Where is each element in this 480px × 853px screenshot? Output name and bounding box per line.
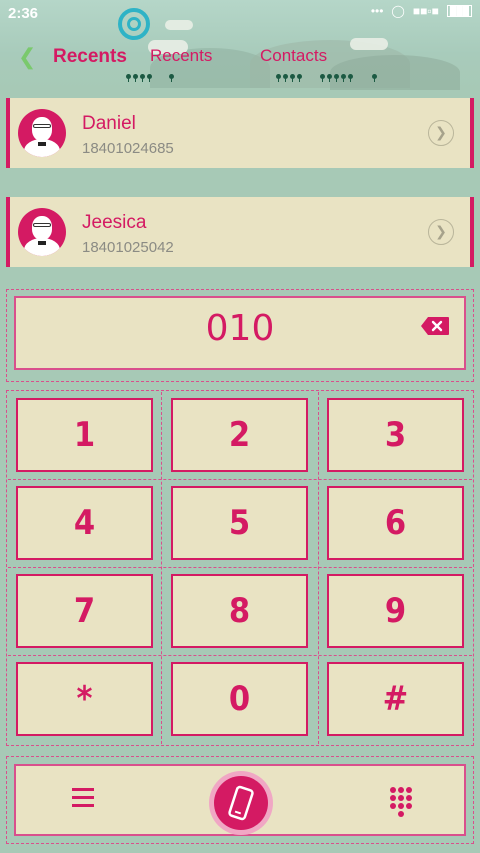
alarm-icon: ◯ [391, 4, 405, 18]
tab-contacts[interactable]: Contacts [260, 46, 327, 66]
contact-name: Jeesica [82, 212, 147, 233]
bowtie-icon [38, 142, 46, 146]
glasses-icon [33, 124, 51, 128]
tree-shape [341, 74, 346, 82]
contact-number: 18401024685 [82, 140, 174, 157]
tab-recents-title[interactable]: Recents [53, 46, 127, 68]
tree-shape [147, 74, 152, 82]
bottom-bar [14, 764, 466, 836]
tree-shape [169, 74, 174, 82]
keypad-divider [8, 479, 472, 480]
contact-name: Daniel [82, 113, 136, 134]
key-0[interactable]: 0 [171, 662, 308, 736]
keypad-divider [8, 655, 472, 656]
contact-number: 18401025042 [82, 239, 174, 256]
dialer-display[interactable]: 010 [14, 296, 466, 370]
tree-shape [126, 74, 131, 82]
menu-icon[interactable] [72, 788, 94, 812]
chevron-right-icon[interactable]: ❯ [428, 120, 454, 146]
avatar-face [32, 117, 52, 141]
glasses-icon [33, 223, 51, 227]
status-icons: ••• ◯ ■■▫■ ███ [371, 4, 472, 18]
cloud-shape [350, 38, 388, 50]
notification-dots-icon: ••• [370, 4, 384, 18]
key-3[interactable]: 3 [327, 398, 464, 472]
key-1[interactable]: 1 [16, 398, 153, 472]
tree-shape [297, 74, 302, 82]
key-7[interactable]: 7 [16, 574, 153, 648]
avatar [18, 208, 66, 256]
call-button-inner [214, 776, 268, 830]
key-6[interactable]: 6 [327, 486, 464, 560]
backspace-icon[interactable] [420, 316, 450, 336]
tab-recents[interactable]: Recents [150, 46, 212, 66]
tree-shape [327, 74, 332, 82]
dialed-number: 010 [205, 308, 275, 349]
contact-card-jeesica[interactable]: Jeesica 18401025042 ❯ [6, 197, 474, 267]
status-time: 2:36 [8, 5, 39, 22]
keypad-divider [8, 567, 472, 568]
key-star[interactable]: * [16, 662, 153, 736]
dialpad-icon[interactable] [389, 786, 413, 820]
key-2[interactable]: 2 [171, 398, 308, 472]
tree-shape [283, 74, 288, 82]
tree-shape [290, 74, 295, 82]
key-5[interactable]: 5 [171, 486, 308, 560]
tree-shape [320, 74, 325, 82]
key-9[interactable]: 9 [327, 574, 464, 648]
call-button[interactable] [209, 771, 273, 835]
app-logo-icon [118, 8, 150, 40]
key-hash[interactable]: # [327, 662, 464, 736]
chevron-right-icon[interactable]: ❯ [428, 219, 454, 245]
contact-card-daniel[interactable]: Daniel 18401024685 ❯ [6, 98, 474, 168]
tree-shape [140, 74, 145, 82]
tree-shape [133, 74, 138, 82]
avatar [18, 109, 66, 157]
avatar-face [32, 216, 52, 240]
key-8[interactable]: 8 [171, 574, 308, 648]
key-4[interactable]: 4 [16, 486, 153, 560]
battery-icon: ███ [446, 5, 472, 17]
keypad-divider [318, 392, 319, 744]
tree-shape [334, 74, 339, 82]
tree-shape [348, 74, 353, 82]
cloud-shape [165, 20, 193, 30]
tree-shape [372, 74, 377, 82]
keypad-divider [161, 392, 162, 744]
phone-icon [228, 785, 254, 821]
bowtie-icon [38, 241, 46, 245]
back-arrow-icon[interactable]: ❮ [18, 45, 36, 70]
mountain-shape [330, 55, 460, 90]
tree-shape [276, 74, 281, 82]
signal-icon: ■■▫■ [412, 4, 439, 18]
